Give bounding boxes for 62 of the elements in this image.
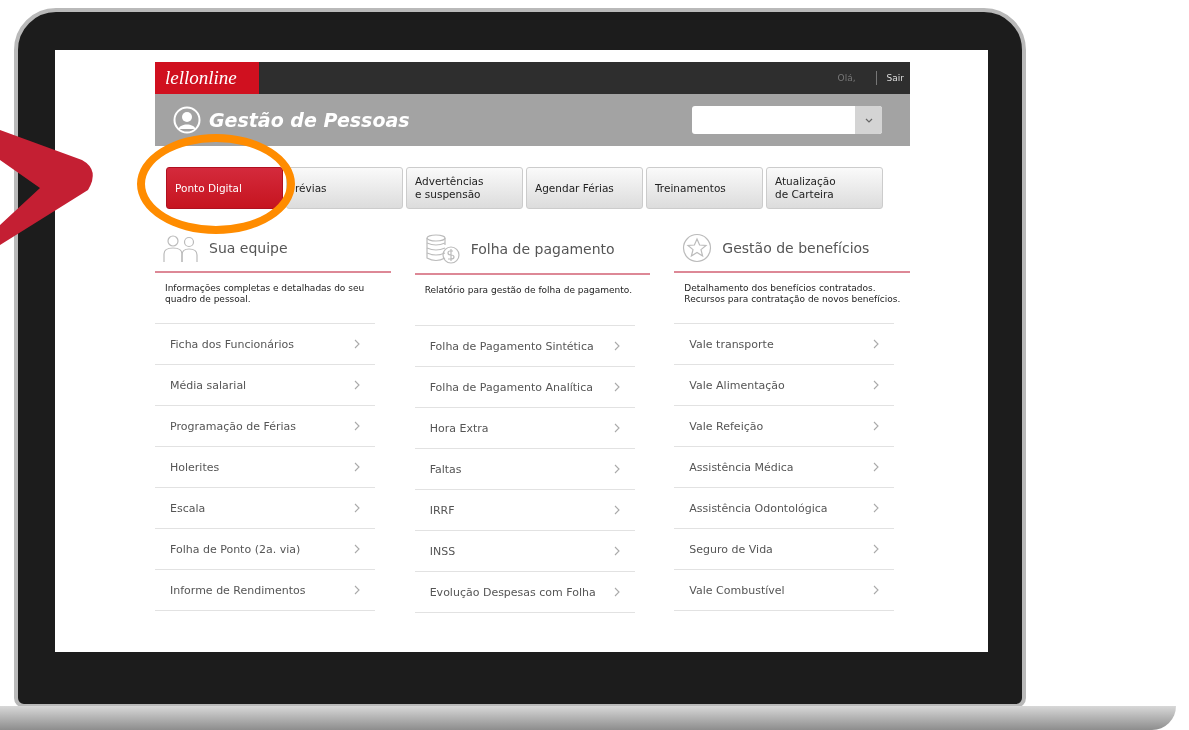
chevron-icon bbox=[354, 585, 360, 595]
menu-item[interactable]: Assistência Odontológica bbox=[674, 488, 895, 529]
menu-item[interactable]: INSS bbox=[414, 531, 635, 572]
logout-link[interactable]: Sair bbox=[875, 71, 910, 85]
section-description: Relatório para gestão de folha de pagamento. bbox=[424, 285, 633, 297]
menu-item[interactable]: Média salarial bbox=[155, 365, 375, 406]
menu-item[interactable]: Faltas bbox=[414, 449, 635, 490]
chevron-icon bbox=[354, 380, 360, 390]
chevron-icon bbox=[613, 341, 620, 351]
section-description: Informações completas e detalhadas do seu quadro de pessoal. bbox=[165, 283, 366, 307]
section-title: Folha de pagamento bbox=[470, 241, 615, 257]
chevron-icon bbox=[873, 585, 880, 595]
chevron-icon bbox=[873, 339, 880, 349]
tab[interactable]: révias bbox=[286, 167, 403, 209]
chevron-icon bbox=[873, 421, 880, 431]
tab[interactable]: Ponto Digital bbox=[166, 167, 283, 209]
chevron-icon bbox=[873, 462, 880, 472]
menu-item[interactable]: IRRF bbox=[414, 490, 635, 531]
chevron-icon bbox=[354, 462, 360, 472]
menu-item[interactable]: Folha de Pagamento Sintética bbox=[414, 326, 635, 367]
section-title: Sua equipe bbox=[209, 240, 288, 256]
tab[interactable]: Treinamentos bbox=[646, 167, 763, 209]
menu-item[interactable]: Folha de Pagamento Analítica bbox=[414, 367, 635, 408]
greeting: Olá, bbox=[837, 73, 857, 83]
chevron-icon bbox=[354, 421, 360, 431]
menu-item[interactable]: Vale transporte bbox=[674, 324, 895, 365]
menu-item[interactable]: Vale Refeição bbox=[674, 406, 895, 447]
page-title: Gestão de Pessoas bbox=[209, 109, 410, 131]
logo: lellonline bbox=[155, 62, 259, 94]
people-icon bbox=[163, 233, 199, 263]
menu-item[interactable]: Evolução Despesas com Folha bbox=[414, 572, 635, 613]
chevron-icon bbox=[613, 505, 620, 515]
caret-icon bbox=[864, 117, 873, 123]
chevron-icon bbox=[873, 503, 880, 513]
menu-item[interactable]: Assistência Médica bbox=[674, 447, 895, 488]
chevron-icon bbox=[873, 380, 880, 390]
section-description: Detalhamento dos benefícios contratados. Recursos para contratação de novos benefícios. bbox=[684, 283, 902, 307]
chevron-icon bbox=[613, 464, 620, 474]
chevron-icon bbox=[354, 339, 360, 349]
menu-item[interactable]: Vale Combustível bbox=[674, 570, 895, 611]
chevron-icon bbox=[354, 503, 360, 513]
chevron-icon bbox=[613, 382, 620, 392]
chevron-icon bbox=[873, 544, 880, 554]
menu-item[interactable]: Escala bbox=[155, 488, 375, 529]
dropdown-field[interactable] bbox=[692, 106, 882, 134]
chevron-icon bbox=[613, 423, 620, 433]
menu-item[interactable]: Hora Extra bbox=[414, 408, 635, 449]
chevron-icon bbox=[354, 544, 360, 554]
menu-item[interactable]: Folha de Ponto (2a. via) bbox=[155, 529, 375, 570]
section-title: Gestão de benefícios bbox=[722, 240, 870, 256]
menu-item[interactable]: Programação de Férias bbox=[155, 406, 375, 447]
tab[interactable]: Atualização de Carteira bbox=[766, 167, 883, 209]
menu-item[interactable]: Ficha dos Funcionários bbox=[155, 324, 375, 365]
tab[interactable]: Agendar Férias bbox=[526, 167, 643, 209]
menu-item[interactable]: Seguro de Vida bbox=[674, 529, 895, 570]
user-icon bbox=[173, 106, 201, 134]
chevron-icon bbox=[613, 587, 620, 597]
tab[interactable]: Advertências e suspensão bbox=[406, 167, 523, 209]
menu-item[interactable]: Informe de Rendimentos bbox=[155, 570, 375, 611]
menu-item[interactable]: Holerites bbox=[155, 447, 375, 488]
chevron-icon bbox=[613, 546, 620, 556]
menu-item[interactable]: Vale Alimentação bbox=[674, 365, 895, 406]
